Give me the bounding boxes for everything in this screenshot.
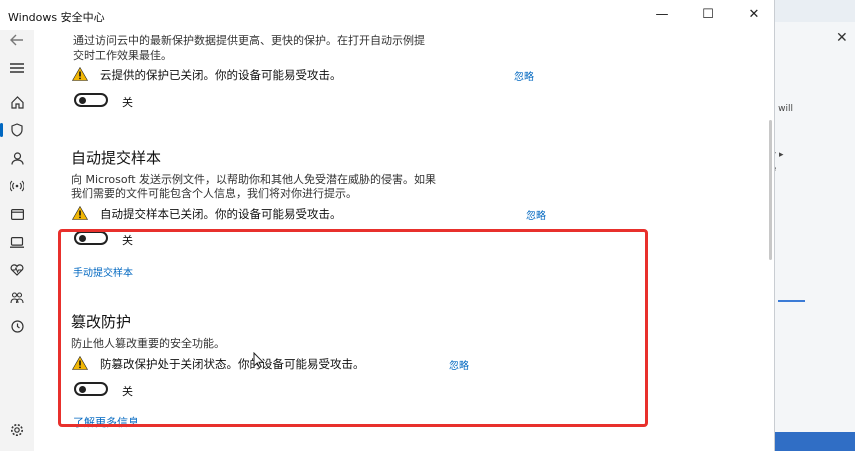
title-bar: Windows 安全中心 — ☐ ✕ xyxy=(0,0,774,30)
hamburger-menu-icon[interactable] xyxy=(7,58,27,78)
app-browser-icon[interactable] xyxy=(7,204,27,224)
history-icon[interactable] xyxy=(7,316,27,336)
sidebar-nav xyxy=(0,30,34,451)
scrollbar[interactable] xyxy=(769,120,772,260)
cloud-protection-warning: 云提供的保护已关闭。你的设备可能易受攻击。 xyxy=(100,68,342,82)
auto-sample-dismiss-link[interactable]: 忽略 xyxy=(526,207,546,222)
settings-icon[interactable] xyxy=(7,420,27,440)
maximize-button[interactable]: ☐ xyxy=(694,4,722,26)
background-close-icon[interactable]: ✕ xyxy=(836,30,848,46)
back-arrow-icon[interactable] xyxy=(7,30,27,50)
home-icon[interactable] xyxy=(7,92,27,112)
window-title: Windows 安全中心 xyxy=(8,11,105,24)
background-taskbar xyxy=(770,432,855,451)
close-button[interactable]: ✕ xyxy=(740,4,768,26)
cloud-protection-toggle-label: 关 xyxy=(122,96,133,109)
cloud-protection-dismiss-link[interactable]: 忽略 xyxy=(514,68,534,83)
mouse-cursor-icon xyxy=(253,352,265,368)
auto-sample-heading: 自动提交样本 xyxy=(71,149,162,167)
health-icon[interactable] xyxy=(7,260,27,280)
background-divider xyxy=(778,300,805,302)
cloud-protection-description: 交时工作效果最佳。 xyxy=(73,49,172,62)
highlight-box xyxy=(58,229,648,427)
device-icon[interactable] xyxy=(7,232,27,252)
family-icon[interactable] xyxy=(7,288,27,308)
cloud-protection-toggle[interactable] xyxy=(74,93,108,107)
cloud-protection-description: 通过访问云中的最新保护数据提供更高、更快的保护。在打开自动示例提 xyxy=(73,34,425,47)
auto-sample-warning: 自动提交样本已关闭。你的设备可能易受攻击。 xyxy=(100,207,342,221)
warning-icon xyxy=(72,67,88,81)
warning-icon xyxy=(72,206,88,220)
auto-sample-description: 我们需要的文件可能包含个人信息，我们将对你进行提示。 xyxy=(71,187,357,200)
network-icon[interactable] xyxy=(7,176,27,196)
account-icon[interactable] xyxy=(7,148,27,168)
background-window: ✕ y will y ▸ e xyxy=(770,22,855,451)
minimize-button[interactable]: — xyxy=(648,4,676,26)
shield-icon[interactable] xyxy=(0,120,27,140)
